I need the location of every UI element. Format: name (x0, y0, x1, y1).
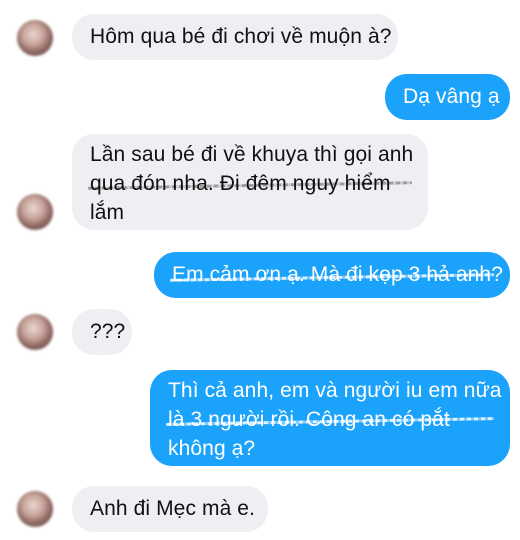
sender-avatar-icon[interactable] (17, 20, 53, 56)
message-bubble-incoming[interactable]: Lần sau bé đi về khuya thì gọi anh qua đ… (72, 134, 428, 230)
sender-avatar-icon[interactable] (17, 314, 53, 350)
message-text-line: Lần sau bé đi về khuya thì gọi anh (90, 143, 414, 166)
message-text: Hôm qua bé đi chơi về muộn à? (90, 25, 392, 48)
message-bubble-outgoing[interactable]: Thì cả anh, em và người iu em nữa là 3 n… (150, 370, 510, 466)
sender-avatar-icon[interactable] (17, 491, 53, 527)
message-text-line: Thì cả anh, em và người iu em nữa (168, 379, 502, 402)
message-bubble-incoming[interactable]: Anh đi Mẹc mà e. (72, 486, 268, 532)
message-text: Em cảm ơn ạ. Mà đi kẹp 3 hả anh? (172, 260, 503, 290)
message-bubble-incoming[interactable]: ??? (72, 309, 132, 355)
message-bubble-outgoing[interactable]: Dạ vâng ạ (385, 74, 510, 120)
message-text-line: qua đón nha. Đi đêm nguy hiểm (90, 169, 410, 198)
message-text-line: lắm (90, 201, 125, 224)
message-text-line: là 3 người rồi. Công an có pắt (168, 405, 492, 434)
message-text: ??? (90, 320, 126, 343)
message-text: Dạ vâng ạ (403, 85, 500, 108)
sender-avatar-icon[interactable] (17, 194, 53, 230)
message-bubble-incoming[interactable]: Hôm qua bé đi chơi về muộn à? (72, 14, 398, 60)
message-bubble-outgoing[interactable]: Em cảm ơn ạ. Mà đi kẹp 3 hả anh? (154, 252, 510, 298)
message-text-line: không ạ? (168, 437, 256, 460)
message-text: Anh đi Mẹc mà e. (90, 497, 256, 520)
